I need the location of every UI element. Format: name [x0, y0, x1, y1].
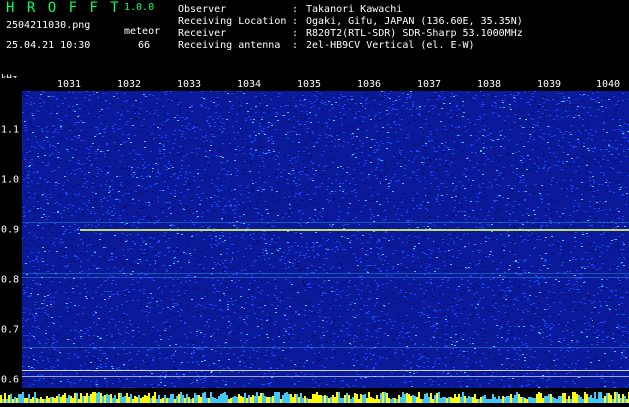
freq-tick: 0.9 [0, 224, 19, 236]
freq-tick: 0.6 [0, 374, 19, 386]
info-row-antenna: Receiving antenna:2el-HB9CV Vertical (el… [178, 40, 475, 51]
datetime: 25.04.21 10:30 [6, 40, 91, 51]
station-info: Observer: Takanori Kawachi Receiving Loca… [178, 4, 523, 52]
info-row-location: Receiving Location: Ogaki, Gifu, JAPAN (1… [178, 16, 523, 27]
info-row-receiver: Receiver: R820T2(RTL-SDR) SDR-Sharp 53.10… [178, 28, 523, 39]
amplitude-strip [0, 388, 629, 403]
time-tick: 1031 [56, 79, 82, 90]
time-tick: 1039 [536, 79, 562, 90]
header-panel: H R O F F T 1.0.0 2504211030.png meteor … [0, 0, 629, 76]
time-tick: 1037 [416, 79, 442, 90]
app-title: H R O F F T [6, 0, 121, 16]
time-tick: 1040 [595, 79, 621, 90]
meteor-label: meteor [124, 26, 161, 37]
freq-tick: 1.1 [0, 124, 19, 136]
app-version: 1.0.0 [124, 2, 155, 13]
info-row-observer: Observer: Takanori Kawachi [178, 4, 403, 15]
time-tick: 1032 [116, 79, 142, 90]
file-name: 2504211030.png [6, 20, 91, 31]
amplitude-svg [0, 392, 629, 403]
time-tick: 1038 [476, 79, 502, 90]
meteor-count: 66 [138, 40, 151, 51]
spectrogram-svg [22, 91, 629, 388]
time-tick: 1036 [356, 79, 382, 90]
freq-tick: 1.0 [0, 174, 19, 186]
time-tick: 1033 [176, 79, 202, 90]
spectrogram-plot [22, 91, 629, 388]
frequency-axis: 1.1 1.0 0.9 0.8 0.7 0.6 [0, 91, 22, 388]
time-axis: 1031 1032 1033 1034 1035 1036 1037 1038 … [0, 78, 629, 90]
time-tick: 1035 [296, 79, 322, 90]
freq-tick: 0.8 [0, 274, 19, 286]
time-tick: 1034 [236, 79, 262, 90]
freq-tick: 0.7 [0, 324, 19, 336]
